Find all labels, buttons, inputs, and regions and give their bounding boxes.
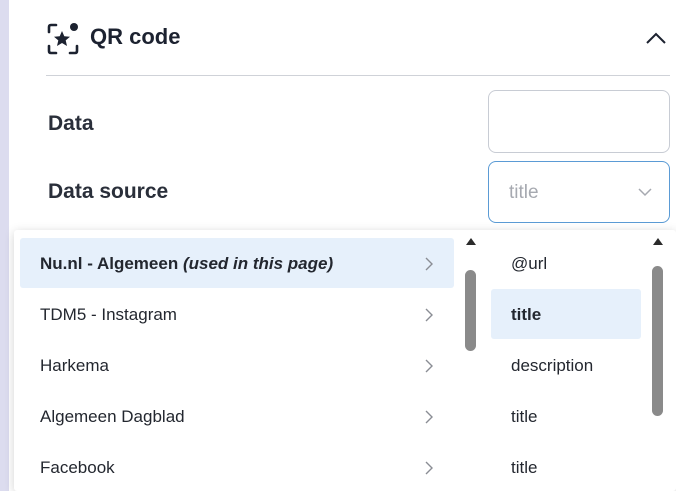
data-label: Data [48, 112, 94, 135]
source-list-scroll-thumb[interactable] [465, 270, 476, 351]
field-list-scrollbar[interactable] [649, 236, 667, 488]
chevron-right-icon [425, 410, 433, 424]
field-item-title[interactable]: title [491, 289, 641, 339]
field-item-label: title [511, 458, 538, 477]
chevron-up-icon [646, 32, 666, 44]
source-item-label: Algemeen Dagblad [40, 407, 185, 426]
data-input[interactable] [488, 90, 670, 153]
data-source-value: title [509, 182, 539, 203]
source-item-label: Harkema [40, 356, 109, 375]
source-item-label: Facebook [40, 458, 115, 477]
field-item-label: @url [511, 254, 548, 273]
source-list: Nu.nl - Algemeen (used in this page) TDM… [14, 230, 484, 491]
chevron-right-icon [425, 461, 433, 475]
field-item-title[interactable]: title [491, 391, 641, 441]
source-item-algemeen-dagblad[interactable]: Algemeen Dagblad [20, 391, 454, 441]
data-source-select[interactable]: title [488, 161, 670, 223]
chevron-right-icon [425, 308, 433, 322]
collapse-button[interactable] [642, 24, 670, 52]
chevron-right-icon [425, 257, 433, 271]
source-item-label: Nu.nl - Algemeen (used in this page) [40, 254, 334, 273]
source-item-facebook[interactable]: Facebook [20, 442, 454, 491]
data-source-dropdown: Nu.nl - Algemeen (used in this page) TDM… [14, 230, 676, 491]
data-source-label: Data source [48, 180, 169, 203]
field-item-description[interactable]: description [491, 340, 641, 390]
field-item-url[interactable]: @url [491, 238, 641, 288]
scroll-up-arrow-icon[interactable] [653, 238, 663, 245]
field-list: @url title description title title [491, 230, 676, 491]
chevron-down-icon [638, 188, 652, 197]
scroll-up-arrow-icon[interactable] [466, 238, 476, 245]
left-rail [0, 0, 9, 491]
field-item-label: description [511, 356, 594, 375]
source-item-nu-nl-algemeen[interactable]: Nu.nl - Algemeen (used in this page) [20, 238, 454, 288]
field-item-label: title [511, 407, 538, 426]
source-item-tdm5-instagram[interactable]: TDM5 - Instagram [20, 289, 454, 339]
field-item-label: title [511, 305, 542, 324]
source-list-scrollbar[interactable] [462, 236, 480, 488]
qr-code-panel-header[interactable]: QR code [46, 14, 676, 64]
qr-sparkle-icon [47, 23, 79, 55]
field-list-scroll-thumb[interactable] [652, 266, 663, 416]
source-item-label: TDM5 - Instagram [40, 305, 177, 324]
chevron-right-icon [425, 359, 433, 373]
header-divider [46, 75, 670, 76]
panel-title: QR code [90, 24, 181, 49]
field-item-title[interactable]: title [491, 442, 641, 491]
source-item-harkema[interactable]: Harkema [20, 340, 454, 390]
